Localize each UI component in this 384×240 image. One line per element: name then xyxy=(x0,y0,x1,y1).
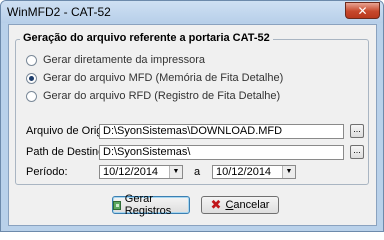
origin-file-input[interactable]: D:\SyonSistemas\DOWNLOAD.MFD xyxy=(99,124,344,139)
date-from-value: 10/12/2014 xyxy=(103,166,159,178)
radio-rfd[interactable] xyxy=(26,90,37,102)
origin-browse-button[interactable]: ... xyxy=(350,124,364,138)
dest-label: Path de Destino: xyxy=(26,146,108,158)
close-icon: ✕ xyxy=(357,3,368,18)
date-to-select[interactable]: 10/12/2014 ▼ xyxy=(212,165,296,179)
chevron-down-icon[interactable]: ▼ xyxy=(169,166,182,178)
grid-icon xyxy=(113,200,121,210)
option-printer-label: Gerar diretamente da impressora xyxy=(43,54,206,66)
period-label: Período: xyxy=(26,166,68,178)
group-title: Geração do arquivo referente a portaria … xyxy=(20,32,273,44)
close-icon: ✖ xyxy=(210,197,222,212)
date-to-value: 10/12/2014 xyxy=(216,166,272,178)
generate-button-label: Gerar Registros xyxy=(124,193,172,217)
cancel-button-label: Cancelar xyxy=(225,199,270,211)
radio-mfd[interactable] xyxy=(26,72,37,84)
option-mfd[interactable]: Gerar do arquivo MFD (Memória de Fita De… xyxy=(26,72,283,84)
title-bar[interactable]: WinMFD2 - CAT-52 ✕ xyxy=(1,1,383,23)
window-title: WinMFD2 - CAT-52 xyxy=(7,5,111,19)
option-rfd[interactable]: Gerar do arquivo RFD (Registro de Fita D… xyxy=(26,90,280,102)
option-rfd-label: Gerar do arquivo RFD (Registro de Fita D… xyxy=(43,90,281,102)
chevron-down-icon[interactable]: ▼ xyxy=(282,166,295,178)
dest-path-input[interactable]: D:\SyonSistemas\ xyxy=(99,145,344,160)
dialog-window: WinMFD2 - CAT-52 ✕ Geração do arquivo re… xyxy=(0,0,384,232)
period-separator: a xyxy=(194,166,201,178)
option-mfd-label: Gerar do arquivo MFD (Memória de Fita De… xyxy=(43,72,284,84)
close-button[interactable]: ✕ xyxy=(345,2,380,19)
generate-button[interactable]: Gerar Registros xyxy=(112,193,190,217)
radio-printer[interactable] xyxy=(26,54,37,66)
option-printer[interactable]: Gerar diretamente da impressora xyxy=(26,54,205,66)
generation-groupbox: Geração do arquivo referente a portaria … xyxy=(15,32,369,185)
cancel-button[interactable]: ✖ Cancelar xyxy=(201,196,279,214)
dialog-body: Geração do arquivo referente a portaria … xyxy=(8,24,377,226)
date-from-select[interactable]: 10/12/2014 ▼ xyxy=(99,165,183,179)
dest-browse-button[interactable]: ... xyxy=(350,145,364,159)
